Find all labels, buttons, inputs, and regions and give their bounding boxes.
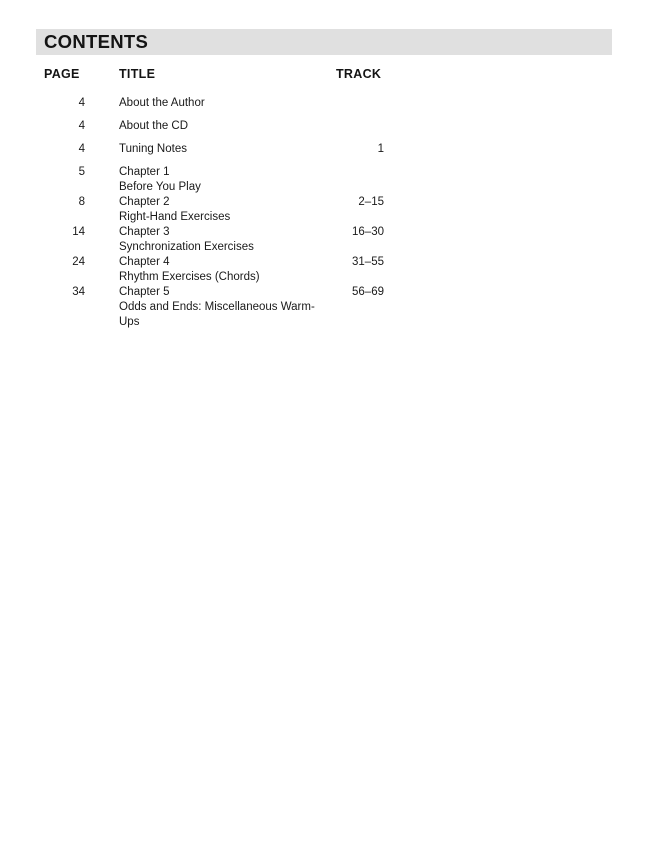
row-title-subtitle: Before You Play <box>119 181 201 193</box>
table-row[interactable]: 4 About the CD <box>0 119 648 142</box>
row-track-range: 1 <box>377 143 384 155</box>
table-row[interactable]: 4 About the Author <box>0 96 648 119</box>
row-title-main: Chapter 4 <box>119 256 170 268</box>
row-title-main: Chapter 3 <box>119 226 170 238</box>
row-page-number: 14 <box>72 226 85 238</box>
row-track-range: 2–15 <box>358 196 384 208</box>
row-page-number: 4 <box>78 97 85 109</box>
row-page-number: 34 <box>72 286 85 298</box>
row-page-number: 4 <box>78 120 85 132</box>
row-title: Chapter 1 Before You Play <box>119 165 329 195</box>
row-title-main: Tuning Notes <box>119 143 187 155</box>
row-title-subtitle: Synchronization Exercises <box>119 241 254 253</box>
row-title: Chapter 3 Synchronization Exercises <box>119 225 329 255</box>
row-title: Chapter 2 Right-Hand Exercises <box>119 195 329 225</box>
column-header-page: PAGE <box>44 67 80 81</box>
row-title: About the CD <box>119 119 329 134</box>
row-title-subtitle: Rhythm Exercises (Chords) <box>119 271 260 283</box>
row-title-subtitle: Odds and Ends: Miscellaneous Warm-Ups <box>119 301 315 328</box>
row-title-main: Chapter 5 <box>119 286 170 298</box>
contents-banner: CONTENTS <box>36 29 612 55</box>
table-row[interactable]: 4 Tuning Notes 1 <box>0 142 648 165</box>
column-header-track: TRACK <box>336 67 382 81</box>
row-title: About the Author <box>119 96 329 111</box>
table-row[interactable]: 8 Chapter 2 Right-Hand Exercises 2–15 <box>0 195 648 223</box>
row-page-number: 24 <box>72 256 85 268</box>
row-title-subtitle: Right-Hand Exercises <box>119 211 231 223</box>
row-title-main: Chapter 1 <box>119 166 170 178</box>
row-track-range: 31–55 <box>352 256 384 268</box>
row-track-range: 16–30 <box>352 226 384 238</box>
column-header-title: TITLE <box>119 67 156 81</box>
table-row[interactable]: 14 Chapter 3 Synchronization Exercises 16–3… <box>0 225 648 253</box>
row-page-number: 8 <box>78 196 85 208</box>
table-row[interactable]: 24 Chapter 4 Rhythm Exercises (Chords) 31–5… <box>0 255 648 283</box>
row-title: Tuning Notes <box>119 142 329 157</box>
row-title-main: About the CD <box>119 120 189 132</box>
row-title: Chapter 4 Rhythm Exercises (Chords) <box>119 255 329 285</box>
column-header-row: PAGE TITLE TRACK <box>0 68 648 84</box>
table-row[interactable]: 34 Chapter 5 Odds and Ends: Miscellaneous … <box>0 285 648 328</box>
row-title-main: Chapter 2 <box>119 196 170 208</box>
table-row[interactable]: 5 Chapter 1 Before You Play <box>0 165 648 193</box>
row-title: Chapter 5 Odds and Ends: Miscellaneous Wa… <box>119 285 329 330</box>
table-of-contents: 4 About the Author 4 About the CD 4 Tuning No… <box>0 96 648 328</box>
document-page: CONTENTS PAGE TITLE TRACK 4 About the Aut… <box>0 0 648 864</box>
page-title: CONTENTS <box>44 30 149 52</box>
row-title-main: About the Author <box>119 97 205 109</box>
row-page-number: 4 <box>78 143 85 155</box>
row-track-range: 56–69 <box>352 286 384 298</box>
row-page-number: 5 <box>78 166 85 178</box>
